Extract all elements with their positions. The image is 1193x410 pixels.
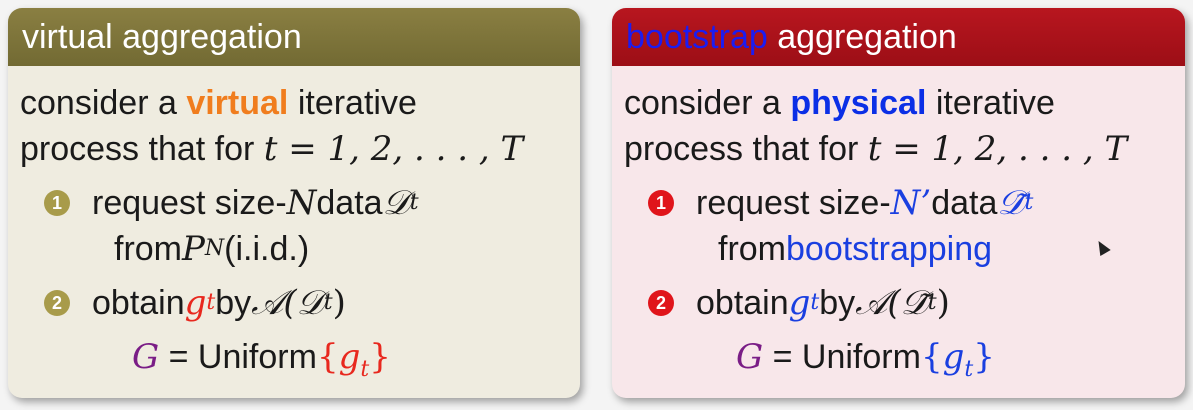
D-symbol: 𝒟 <box>382 183 410 223</box>
algorithm-symbol: 𝒜(𝒟 <box>251 283 324 323</box>
g-symbol: g <box>184 283 207 323</box>
bootstrap-aggregation-title: bootstrap aggregation <box>612 8 1185 66</box>
close-brace: } <box>973 337 995 377</box>
G-uniform-formula: G = Uniform{gt} <box>20 334 580 393</box>
G-symbol: G <box>736 337 764 377</box>
by-text: by <box>215 284 252 322</box>
g-symbol: g <box>338 337 361 377</box>
virtual-aggregation-content: consider a virtual iterative process tha… <box>8 66 580 393</box>
step1-text: request size- <box>696 184 891 222</box>
intro-text: consider a <box>20 84 187 122</box>
step-1: 1 request size- N data 𝒟t from PN (i.i.d.… <box>20 180 580 272</box>
intro-line-1: consider a virtual iterative <box>20 80 580 126</box>
algorithm-subscript: t <box>323 290 333 315</box>
bootstrap-aggregation-box: bootstrap aggregation consider a physica… <box>612 8 1185 398</box>
close-paren: ) <box>936 283 950 323</box>
close-paren: ) <box>332 283 346 323</box>
from-text: from <box>114 230 182 268</box>
process-text: process that for <box>624 130 868 168</box>
step-number-badge: 2 <box>44 290 70 316</box>
g-symbol: g <box>788 283 811 323</box>
step-1: 1 request size- N’ data 𝒟̃ t from bootstra… <box>624 180 1185 272</box>
N-prime-symbol: N’ <box>890 183 932 223</box>
bootstrap-aggregation-content: consider a physical iterative process th… <box>612 66 1185 393</box>
g-subscript: t <box>810 290 820 315</box>
g-symbol: g <box>942 337 965 377</box>
intro-text-end: iterative <box>926 84 1055 122</box>
G-uniform-formula: G = Uniform{gt} <box>624 334 1185 393</box>
intro-text: consider a <box>624 84 791 122</box>
bootstrapping-text: bootstrapping <box>786 230 993 268</box>
step-number-badge: 1 <box>648 190 674 216</box>
P-symbol: P <box>182 229 205 269</box>
uniform-text: = Uniform <box>159 338 317 376</box>
virtual-aggregation-title: virtual aggregation <box>8 8 580 66</box>
algorithm-symbol: 𝒜(𝒟̃ <box>855 283 928 323</box>
g-subscript: t <box>360 356 370 382</box>
step1-data-text: data <box>931 184 998 222</box>
algorithm-subscript: t <box>927 290 937 315</box>
step-number-badge: 1 <box>44 190 70 216</box>
step-number-badge: 2 <box>648 290 674 316</box>
t-range-math: t = 1, 2, . . . , T <box>263 129 524 169</box>
open-brace: { <box>316 337 339 377</box>
N-symbol: N <box>286 183 317 223</box>
G-symbol: G <box>132 337 160 377</box>
uniform-text: = Uniform <box>763 338 921 376</box>
by-text: by <box>819 284 856 322</box>
from-text: from <box>718 230 786 268</box>
virtual-highlight: virtual <box>186 84 289 122</box>
step1-text: request size- <box>92 184 287 222</box>
step-2: 2 obtain gt by 𝒜(𝒟̃ t) <box>624 280 1185 326</box>
P-superscript: N <box>204 236 225 261</box>
open-brace: { <box>920 337 943 377</box>
step1-data-text: data <box>316 184 383 222</box>
intro-line-2: process that for t = 1, 2, . . . , T <box>20 126 580 172</box>
virtual-aggregation-box: virtual aggregation consider a virtual i… <box>8 8 580 398</box>
intro-line-2: process that for t = 1, 2, . . . , T <box>624 126 1185 172</box>
intro-line-1: consider a physical iterative <box>624 80 1185 126</box>
D-tilde-symbol: 𝒟̃ <box>997 183 1025 223</box>
obtain-text: obtain <box>92 284 185 322</box>
D-subscript: t <box>1024 190 1034 215</box>
D-subscript: t <box>409 190 419 215</box>
iid-text: (i.i.d.) <box>224 230 310 268</box>
step-2: 2 obtain gt by 𝒜(𝒟 t) <box>20 280 580 326</box>
bootstrap-highlight: bootstrap <box>626 18 768 56</box>
t-range-math: t = 1, 2, . . . , T <box>867 129 1128 169</box>
g-subscript: t <box>206 290 216 315</box>
obtain-text: obtain <box>696 284 789 322</box>
intro-text-end: iterative <box>288 84 417 122</box>
physical-highlight: physical <box>790 84 927 122</box>
process-text: process that for <box>20 130 264 168</box>
aggregation-text: aggregation <box>767 18 957 56</box>
close-brace: } <box>369 337 391 377</box>
g-subscript: t <box>964 356 974 382</box>
